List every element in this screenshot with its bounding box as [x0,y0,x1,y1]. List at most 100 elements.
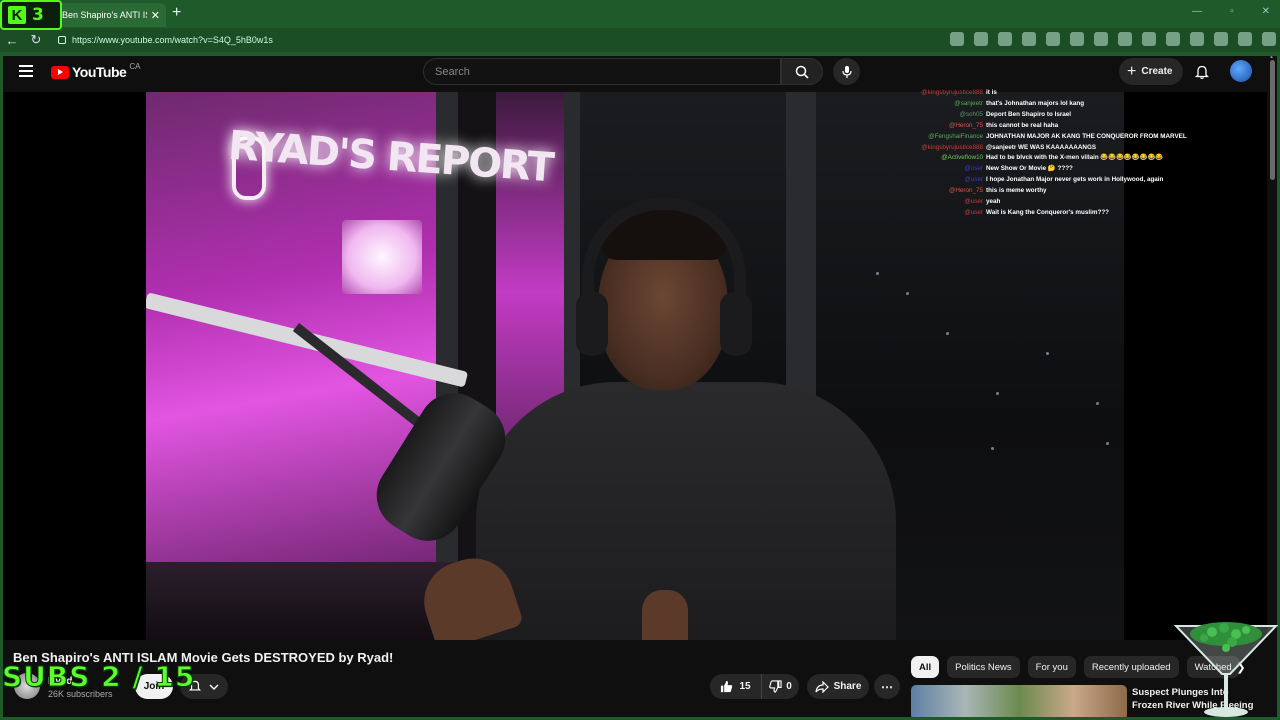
extension-icon[interactable] [950,32,964,46]
reload-icon[interactable]: ↻ [24,32,48,48]
screenshot-icon[interactable] [1214,32,1228,46]
share-button[interactable]: Share [807,674,869,699]
chat-message: @sanjeetr that's Johnathan majors lol kan… [880,99,1130,110]
thumbs-down-icon [769,680,782,693]
chat-message: @kingsbyrujustice888 @sanjeetr WE WAS KAA… [880,143,1130,154]
extension-icon[interactable] [1046,32,1060,46]
martini-glass-overlay-icon [1173,622,1279,717]
history-icon[interactable] [1166,32,1180,46]
extension-icon[interactable] [1022,32,1036,46]
url-text: https://www.youtube.com/watch?v=S4Q_5hB0… [72,35,273,45]
chat-message-text: @sanjeetr WE WAS KAAAAAAANGS [986,143,1097,151]
chat-message-text: that's Johnathan majors lol kang [986,99,1085,107]
video-scene-earcup [720,292,752,356]
filter-chip[interactable]: For you [1027,656,1076,678]
site-info-icon[interactable] [58,36,66,44]
country-code: CA [129,61,141,71]
chat-message-text: Had to be blvck with the X-men villain 😂… [986,154,1164,162]
extension-icon[interactable] [1094,32,1108,46]
plus-icon: + [1127,62,1137,80]
more-horizontal-icon: ⋯ [881,679,893,694]
chat-message-text: I hope Jonathan Major never gets work in… [986,176,1164,184]
url-field[interactable]: https://www.youtube.com/watch?v=S4Q_5hB0… [52,31,932,49]
search-input[interactable]: Search [423,58,781,85]
download-icon[interactable] [1190,32,1204,46]
video-scene-desk [146,562,466,640]
address-bar-row: ← ↻ https://www.youtube.com/watch?v=S4Q_… [0,28,1280,52]
video-scene-earcup [576,292,608,356]
video-scene-lamp [342,220,422,294]
account-avatar[interactable] [1230,60,1252,82]
voice-search-button[interactable] [833,58,860,85]
youtube-play-icon [51,65,69,79]
chat-message: @Activeflow10 Had to be blvck with the X-… [880,153,1163,164]
chat-message-text: it is [986,89,997,96]
more-actions-button[interactable]: ⋯ [874,674,900,699]
chat-message: @user New Show Or Movie 🤔 ???? [880,164,1130,175]
search-placeholder: Search [435,65,470,78]
filter-chip[interactable]: Politics News [947,656,1020,678]
chat-message: @user I hope Jonathan Major never gets wo… [880,175,1163,186]
filter-chip[interactable]: Recently uploaded [1083,656,1179,678]
chat-username: @sanjeetr [954,99,983,107]
chat-message-text: New Show Or Movie 🤔 ???? [986,165,1073,173]
bell-icon [1195,65,1209,79]
like-count: 15 [739,681,751,692]
more-menu-icon[interactable] [1262,32,1276,46]
thumbs-up-icon [721,680,733,693]
create-label: Create [1141,66,1173,77]
create-button[interactable]: + Create [1119,58,1183,85]
tab-title: Ben Shapiro's ANTI ISLAM Movie [62,10,147,20]
extension-icon[interactable] [1118,32,1132,46]
search-button[interactable] [781,58,823,85]
chat-message: @user Wait is Kang the Conqueror's muslim… [880,208,1130,219]
share-icon [814,680,829,693]
chat-username: @FengshaiFinance [928,132,983,140]
kick-logo-icon: K [8,6,26,24]
menu-icon[interactable] [19,65,33,77]
minimize-icon[interactable]: — [1192,6,1202,17]
browser-tab[interactable]: Ben Shapiro's ANTI ISLAM Movie ✕ [56,3,166,27]
chevron-down-icon [209,684,219,690]
like-button[interactable]: 15 [710,674,762,699]
chat-username: @Heron_75 [948,121,983,129]
chat-message-text: this is meme worthy [986,187,1047,195]
dislike-button[interactable]: 0 [762,680,799,693]
chat-message: @FengshaiFinance JOHNATHAN MAJOR AK KANG … [880,132,1186,143]
chat-username: @user [964,165,983,173]
video-scene-hand [642,590,688,640]
chat-message: @Heron_75 this cannot be real haha [880,121,1130,132]
chat-message-text: Deport Ben Shapiro to Israel [986,110,1072,118]
youtube-wordmark: YouTube [72,64,127,80]
dislike-count: 0 [786,681,792,692]
kick-follower-badge: K 3 [0,0,62,30]
new-tab-button[interactable]: + [172,4,181,22]
youtube-header: YouTube CA Search + Create [0,52,1280,92]
chat-message: @kingsbyrujustice888 it is [880,88,1130,99]
profile-icon[interactable] [1238,32,1252,46]
recommended-video-thumbnail[interactable] [911,685,1127,720]
filter-chip[interactable]: All [911,656,940,678]
back-icon[interactable]: ← [0,33,24,48]
chat-message-text: yeah [986,198,1001,206]
youtube-logo[interactable]: YouTube CA [51,61,141,80]
favorite-star-icon[interactable] [974,32,988,46]
chat-message-text: this cannot be real haha [986,121,1059,129]
chat-username: @Activeflow10 [941,154,983,162]
extension-icon[interactable] [998,32,1012,46]
notifications-button[interactable] [1192,62,1212,82]
share-label: Share [833,681,862,692]
chat-username: @soh05 [959,110,983,118]
chat-message: @user yeah [880,197,1130,208]
chat-username: @kingsbyrujustice888 [921,143,983,151]
scrollbar-thumb[interactable] [1270,60,1275,180]
favorites-icon[interactable] [1142,32,1156,46]
browser-extensions [950,32,1276,46]
chat-username: @user [964,198,983,206]
extension-icon[interactable] [1070,32,1084,46]
maximize-icon[interactable]: ▫ [1230,6,1234,17]
window-controls: — ▫ ✕ [1192,6,1270,17]
chat-username: @kingsbyrujustice888 [921,89,983,96]
tab-close-icon[interactable]: ✕ [151,9,160,22]
close-window-icon[interactable]: ✕ [1262,6,1270,17]
